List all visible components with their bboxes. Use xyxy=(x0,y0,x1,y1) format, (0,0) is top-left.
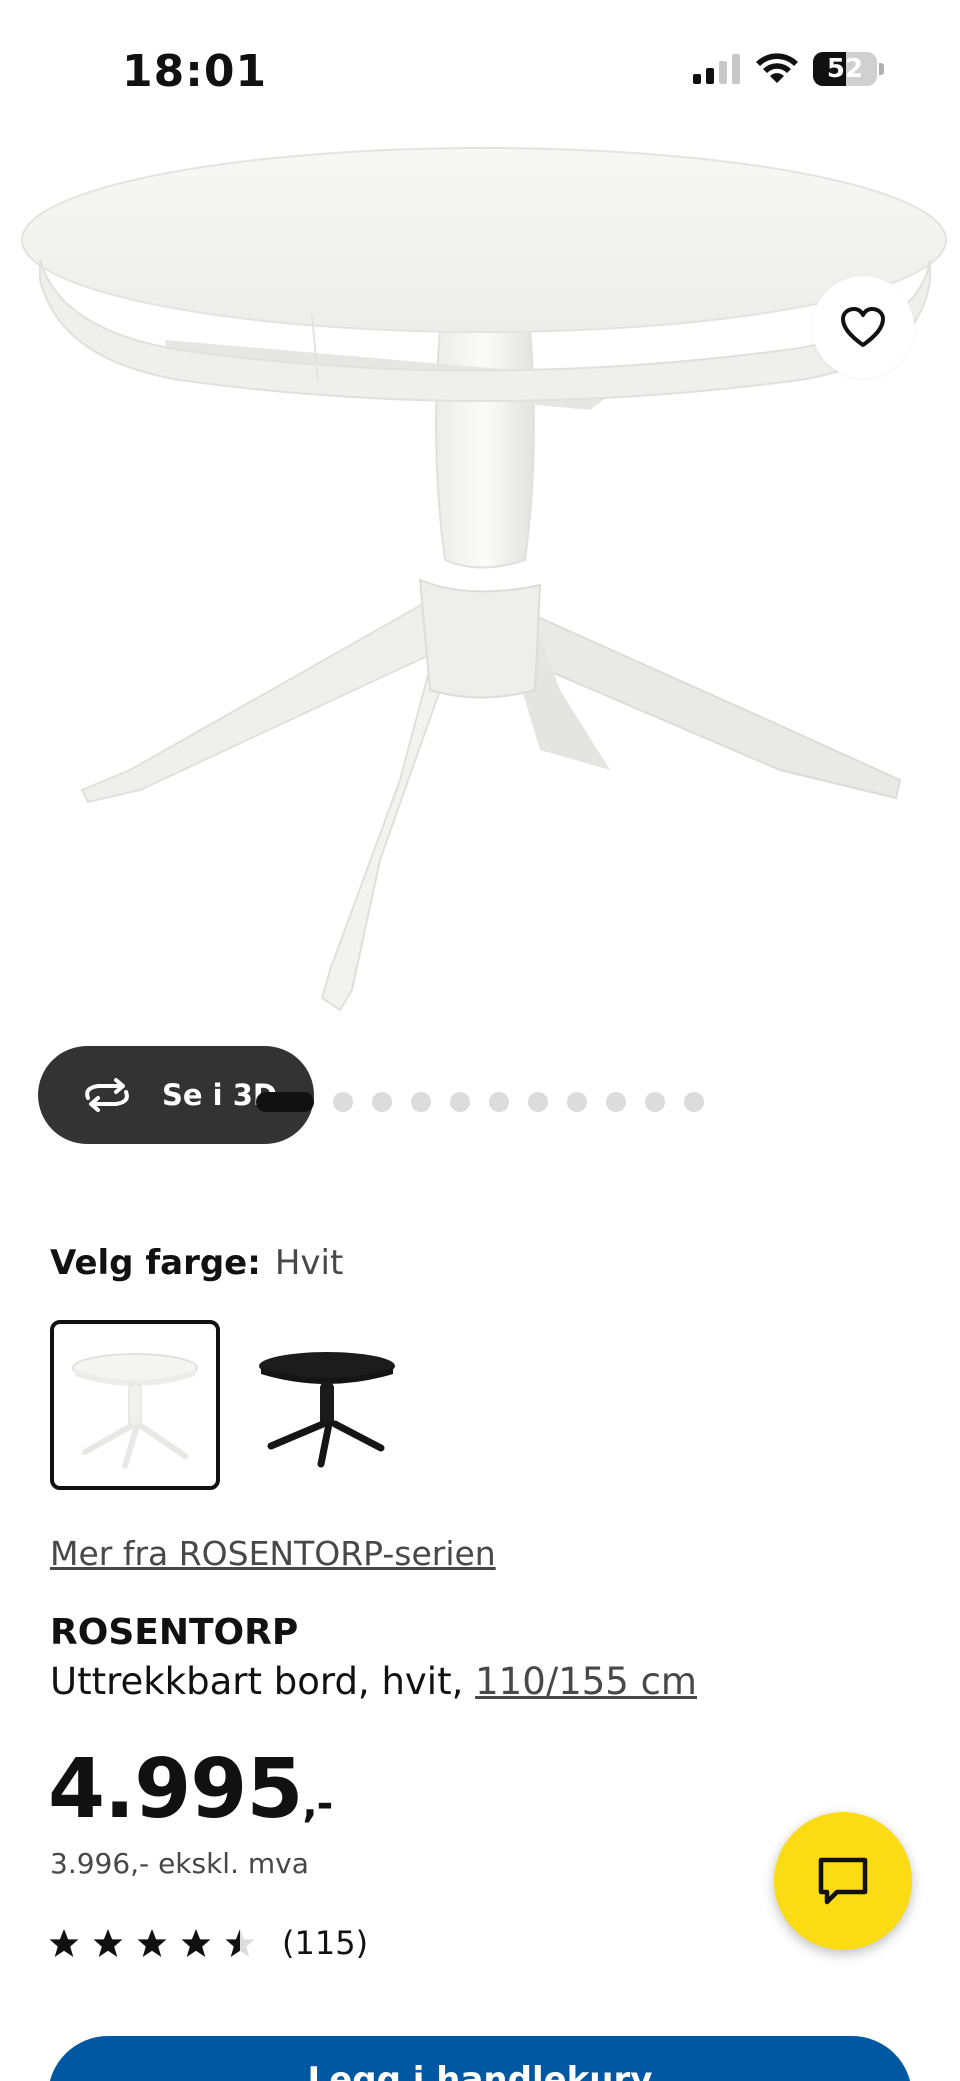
product-name: ROSENTORP xyxy=(50,1612,299,1653)
star-full-icon xyxy=(137,1929,167,1957)
chat-button[interactable] xyxy=(774,1812,912,1950)
star-full-icon xyxy=(93,1929,123,1957)
star-half-icon xyxy=(225,1929,255,1957)
color-label: Velg farge: xyxy=(50,1243,261,1283)
battery-icon: 52 xyxy=(813,52,877,86)
chat-icon xyxy=(818,1857,868,1905)
table-illustration xyxy=(21,147,947,1012)
carousel-dot[interactable] xyxy=(606,1092,626,1112)
price-amount: 4.995 xyxy=(48,1742,303,1837)
battery-nub xyxy=(879,63,884,75)
color-selector-label: Velg farge: Hvit xyxy=(50,1243,343,1283)
status-icons: 52 xyxy=(693,52,884,86)
product-description: Uttrekkbart bord, hvit, 110/155 cm xyxy=(50,1660,697,1703)
carousel-dot[interactable] xyxy=(528,1092,548,1112)
carousel-dot[interactable] xyxy=(411,1092,431,1112)
star-full-icon xyxy=(49,1929,79,1957)
white-table-thumbnail xyxy=(72,1353,198,1469)
color-option-white[interactable] xyxy=(50,1320,220,1490)
product-size-link[interactable]: 110/155 cm xyxy=(475,1660,697,1703)
carousel-dot[interactable] xyxy=(450,1092,470,1112)
color-value: Hvit xyxy=(274,1243,344,1283)
carousel-dot[interactable] xyxy=(567,1092,587,1112)
rating-stars xyxy=(48,1928,256,1958)
battery-level: 52 xyxy=(826,54,864,84)
carousel-dot[interactable] xyxy=(372,1092,392,1112)
series-link[interactable]: Mer fra ROSENTORP-serien xyxy=(50,1534,496,1573)
status-time: 18:01 xyxy=(122,46,268,97)
carousel-dot-active[interactable] xyxy=(256,1092,314,1112)
price-suffix: ,- xyxy=(302,1781,333,1827)
product-image[interactable]: Se i 3D xyxy=(0,130,960,1144)
signal-icon xyxy=(693,54,740,84)
heart-icon xyxy=(841,307,885,347)
carousel-dot[interactable] xyxy=(645,1092,665,1112)
carousel-indicator[interactable] xyxy=(0,1092,960,1112)
add-to-cart-button[interactable]: Legg i handlekurv xyxy=(48,2036,912,2081)
color-swatches xyxy=(50,1320,412,1490)
rating[interactable]: (115) xyxy=(48,1924,368,1962)
carousel-dot[interactable] xyxy=(333,1092,353,1112)
color-option-black[interactable] xyxy=(242,1320,412,1490)
black-table-thumbnail xyxy=(259,1352,395,1468)
product-description-text: Uttrekkbart bord, hvit, xyxy=(50,1660,476,1703)
carousel-dot[interactable] xyxy=(684,1092,704,1112)
carousel-dot[interactable] xyxy=(489,1092,509,1112)
price-excl-vat: 3.996,- ekskl. mva xyxy=(50,1847,309,1880)
rating-count: (115) xyxy=(282,1924,369,1962)
favorite-button[interactable] xyxy=(812,276,914,378)
wifi-icon xyxy=(756,53,798,83)
price: 4.995,- xyxy=(48,1742,333,1837)
star-full-icon xyxy=(181,1929,211,1957)
status-bar: 18:01 52 xyxy=(0,0,960,140)
